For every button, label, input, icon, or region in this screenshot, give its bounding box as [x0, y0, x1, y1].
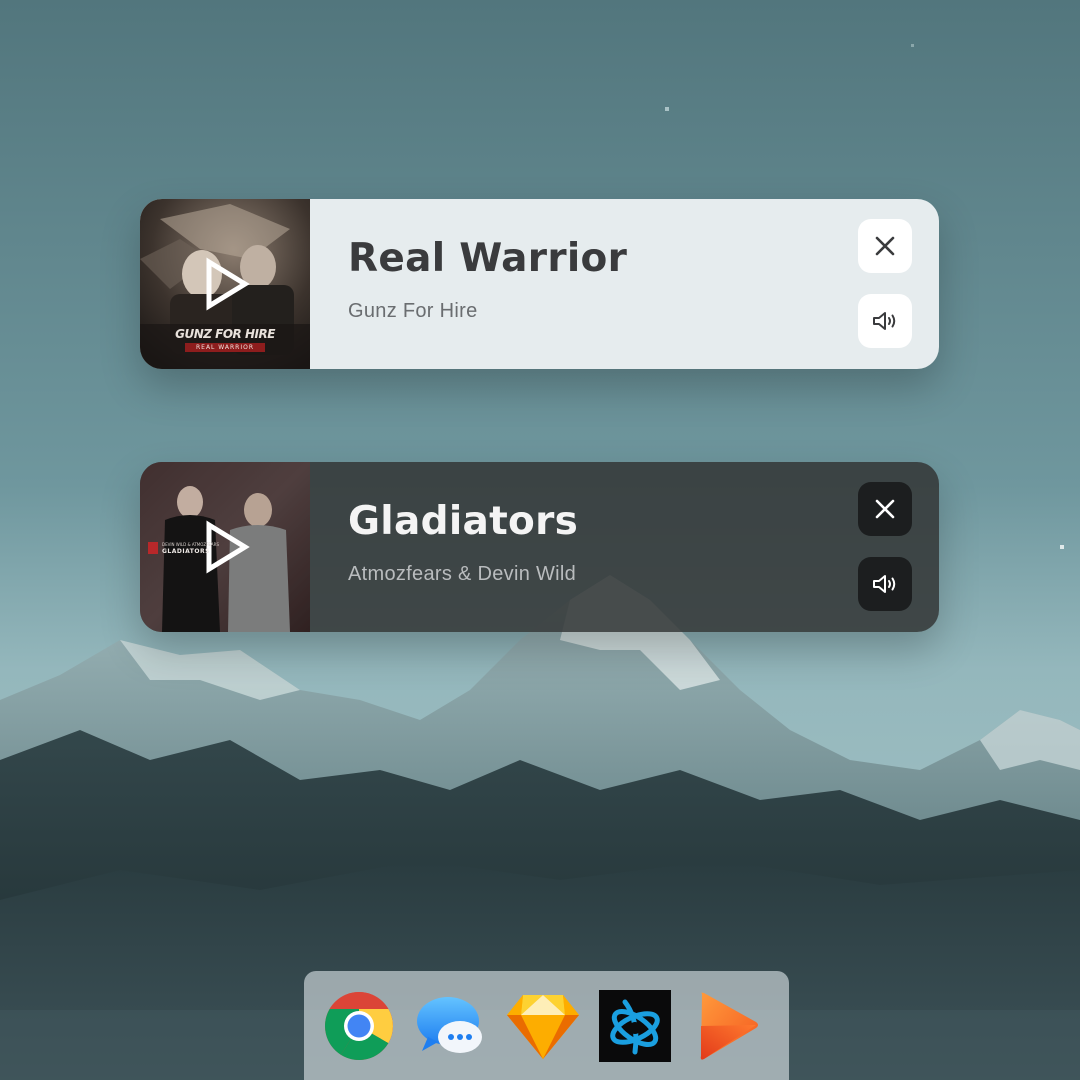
- now-playing-card-gladiators: DEVIN WILD & ATMOZFEARS GLADIATORS Gladi…: [140, 462, 939, 632]
- play-icon[interactable]: [195, 254, 255, 314]
- player-controls: [858, 482, 912, 611]
- dock-app-messages[interactable]: [415, 990, 487, 1062]
- volume-icon: [873, 312, 896, 330]
- track-artist: Gunz For Hire: [348, 300, 478, 322]
- track-info: Gladiators Atmozfears & Devin Wild: [310, 462, 939, 632]
- album-cover-gladiators[interactable]: DEVIN WILD & ATMOZFEARS GLADIATORS: [140, 462, 310, 632]
- close-button[interactable]: [858, 219, 912, 273]
- track-title: Real Warrior: [348, 236, 628, 281]
- track-title: Gladiators: [348, 499, 579, 544]
- close-icon: [875, 499, 895, 519]
- album-cover-real-warrior[interactable]: GUNZ FOR HIRE REAL WARRIOR: [140, 199, 310, 369]
- album-cover-subtitle: REAL WARRIOR: [185, 343, 265, 352]
- play-icon[interactable]: [195, 517, 255, 577]
- player-controls: [858, 219, 912, 348]
- dock-app-chrome[interactable]: [323, 990, 395, 1062]
- sketch-icon: [507, 994, 579, 1059]
- dock-app-battlenet[interactable]: [599, 989, 671, 1062]
- chrome-icon: [325, 991, 393, 1060]
- battlenet-icon: [599, 989, 671, 1062]
- album-cover-title: GLADIATORS: [162, 548, 210, 555]
- volume-button[interactable]: [858, 557, 912, 611]
- close-button[interactable]: [858, 482, 912, 536]
- volume-button[interactable]: [858, 294, 912, 348]
- messages-icon: [417, 996, 482, 1053]
- infuse-icon: [700, 992, 758, 1060]
- track-artist: Atmozfears & Devin Wild: [348, 563, 577, 585]
- dock-app-infuse[interactable]: [691, 990, 763, 1062]
- album-cover-title: GUNZ FOR HIRE: [175, 327, 275, 341]
- now-playing-card-real-warrior: GUNZ FOR HIRE REAL WARRIOR Real Warrior …: [140, 199, 939, 369]
- dock-app-sketch[interactable]: [507, 990, 579, 1062]
- dock: [304, 971, 789, 1080]
- album-cover-subtitle: DEVIN WILD & ATMOZFEARS: [162, 542, 219, 547]
- volume-icon: [873, 575, 896, 593]
- track-info: Real Warrior Gunz For Hire: [310, 199, 939, 369]
- close-icon: [875, 236, 895, 256]
